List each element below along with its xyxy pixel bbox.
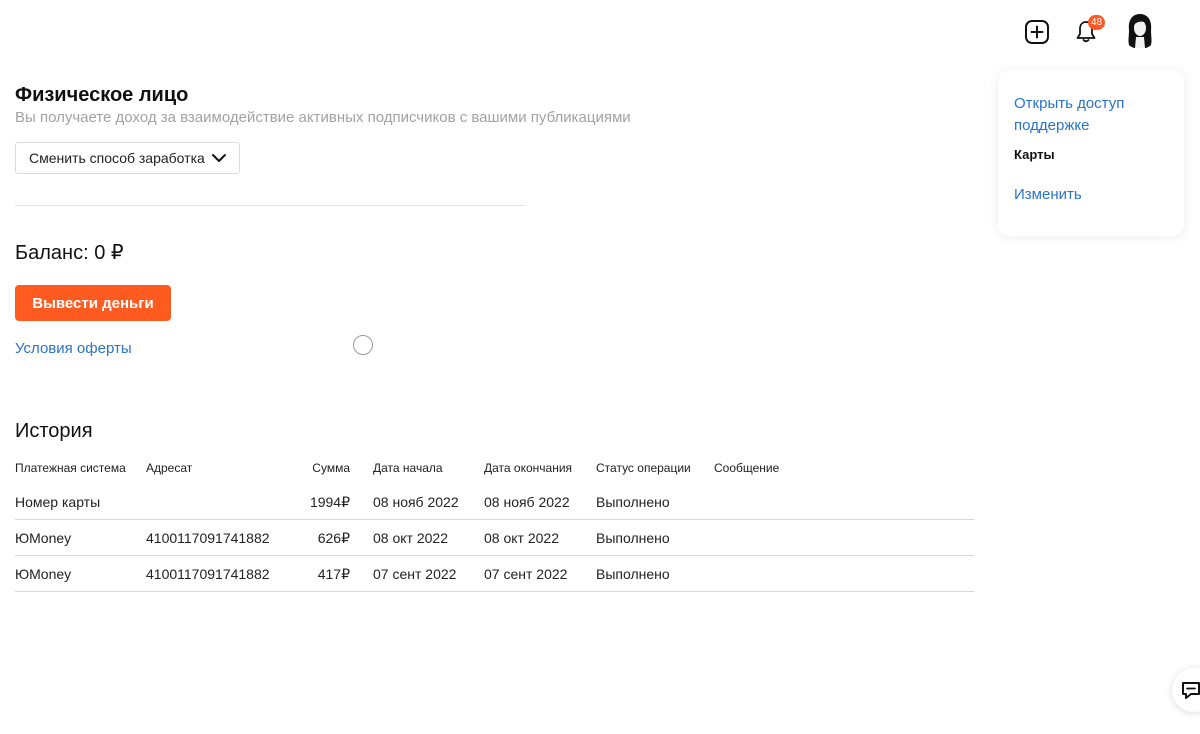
column-header: Дата окончания bbox=[484, 461, 573, 475]
history-table: Платежная система Адресат Сумма Дата нач… bbox=[15, 456, 974, 592]
column-header: Платежная система bbox=[15, 461, 126, 475]
open-support-access-link[interactable]: Открыть доступ поддержке bbox=[1014, 93, 1164, 137]
column-header: Адресат bbox=[146, 461, 193, 475]
section-divider bbox=[15, 205, 526, 206]
table-header: Платежная система Адресат Сумма Дата нач… bbox=[15, 456, 974, 484]
add-post-button[interactable] bbox=[1022, 17, 1052, 47]
cell-status: Выполнено bbox=[596, 494, 670, 510]
chevron-down-icon bbox=[212, 154, 226, 162]
page-title: Физическое лицо bbox=[15, 84, 189, 106]
avatar[interactable] bbox=[1121, 11, 1159, 49]
change-earning-mode-label: Сменить способ заработка bbox=[29, 150, 205, 166]
cell-status: Выполнено bbox=[596, 530, 670, 546]
cell-payment-system: ЮMoney bbox=[15, 530, 72, 546]
cell-amount: 626₽ bbox=[317, 530, 350, 546]
sidebar-card: Открыть доступ поддержке Карты Изменить bbox=[998, 70, 1184, 236]
cell-payment-system: Номер карты bbox=[15, 494, 101, 510]
cell-recipient: 4100117091741882 bbox=[146, 530, 270, 546]
cell-recipient: 4100117091741882 bbox=[146, 566, 270, 582]
column-header: Сумма bbox=[312, 461, 350, 475]
notification-badge: 48 bbox=[1088, 15, 1106, 30]
table-row: Номер карты 1994₽ 08 нояб 2022 08 нояб 2… bbox=[15, 484, 974, 520]
user-avatar-icon bbox=[1121, 11, 1159, 49]
cell-amount: 1994₽ bbox=[309, 494, 350, 510]
edit-cards-link[interactable]: Изменить bbox=[1014, 186, 1082, 203]
cell-start-date: 08 нояб 2022 bbox=[373, 494, 459, 510]
chat-bubble-icon bbox=[1182, 682, 1200, 699]
loading-spinner-icon bbox=[353, 335, 373, 355]
column-header: Сообщение bbox=[714, 461, 780, 475]
page-subtitle: Вы получаете доход за взаимодействие акт… bbox=[15, 109, 631, 126]
cell-payment-system: ЮMoney bbox=[15, 566, 72, 582]
chat-button[interactable] bbox=[1172, 668, 1200, 712]
balance-label: Баланс: 0 ₽ bbox=[15, 242, 124, 264]
cell-end-date: 08 нояб 2022 bbox=[484, 494, 570, 510]
cards-label: Карты bbox=[1014, 147, 1055, 162]
offer-terms-link[interactable]: Условия оферты bbox=[15, 340, 132, 357]
cell-end-date: 07 сент 2022 bbox=[484, 566, 568, 582]
column-header: Статус операции bbox=[596, 461, 691, 475]
cell-amount: 417₽ bbox=[317, 566, 350, 582]
table-row: ЮMoney 4100117091741882 626₽ 08 окт 2022… bbox=[15, 520, 974, 556]
table-row: ЮMoney 4100117091741882 417₽ 07 сент 202… bbox=[15, 556, 974, 592]
cell-end-date: 08 окт 2022 bbox=[484, 530, 559, 546]
cell-start-date: 07 сент 2022 bbox=[373, 566, 457, 582]
plus-square-icon bbox=[1025, 20, 1049, 44]
cell-status: Выполнено bbox=[596, 566, 670, 582]
cell-start-date: 08 окт 2022 bbox=[373, 530, 448, 546]
column-header: Дата начала bbox=[373, 461, 443, 475]
withdraw-button[interactable]: Вывести деньги bbox=[15, 285, 171, 321]
change-earning-mode-dropdown[interactable]: Сменить способ заработка bbox=[15, 142, 240, 174]
history-title: История bbox=[15, 420, 93, 442]
